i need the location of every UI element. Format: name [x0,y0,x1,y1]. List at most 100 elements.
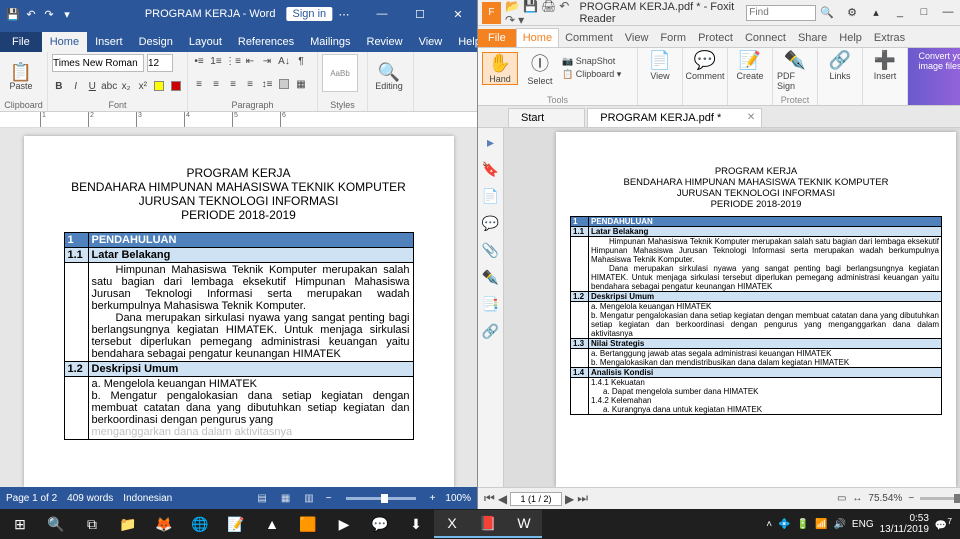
expand-icon[interactable]: ▸ [487,134,494,151]
tab-connect[interactable]: Connect [739,29,792,47]
language-indicator[interactable]: Indonesian [123,493,172,504]
task-view-icon[interactable]: ⧉ [74,510,110,538]
tab-references[interactable]: References [230,32,302,52]
read-mode-icon[interactable]: ▤ [257,493,266,504]
maximize-icon[interactable]: ☐ [401,0,439,28]
page-indicator[interactable]: Page 1 of 2 [6,493,57,504]
show-marks-icon[interactable]: ¶ [294,54,308,68]
attachments-icon[interactable]: 📎 [482,242,499,259]
tray-lang[interactable]: ENG [852,519,874,530]
last-page-icon[interactable]: ⏭ [577,491,588,506]
tab-view[interactable]: View [411,32,451,52]
sort-icon[interactable]: A↓ [277,54,291,68]
minimize-icon[interactable]: — [936,6,960,19]
search-icon[interactable]: 🔍 [38,510,74,538]
align-left-icon[interactable]: ≡ [192,77,206,91]
taskbar-chrome[interactable]: 🌐 [182,510,218,538]
first-page-icon[interactable]: ⏮ [484,491,495,506]
taskbar-app3[interactable]: ▶ [326,510,362,538]
strike-icon[interactable]: abc [102,79,116,93]
taskbar-idm[interactable]: ⬇ [398,510,434,538]
comments-icon[interactable]: 💬 [482,215,499,232]
start-button[interactable]: ⊞ [2,510,38,538]
undo-icon[interactable]: ↶ [24,7,38,21]
doc-tab-current[interactable]: PROGRAM KERJA.pdf * ✕ [587,108,762,127]
zoom-level[interactable]: 100% [445,493,471,504]
indent-icon[interactable]: ⇥ [260,54,274,68]
tab-home[interactable]: Home [42,32,87,52]
zoom-out-icon[interactable]: − [326,493,332,504]
layers-icon[interactable]: 📑 [482,296,499,313]
bullets-icon[interactable]: •≡ [192,54,206,68]
italic-icon[interactable]: I [69,79,83,93]
paste-button[interactable]: 📋 Paste [4,54,38,100]
taskbar-app1[interactable]: ▲ [254,510,290,538]
max-inner-icon[interactable]: □ [912,6,936,19]
taskbar-sublime[interactable]: 📝 [218,510,254,538]
underline-icon[interactable]: U [85,79,99,93]
select-tool[interactable]: ⒾSelect [522,50,558,86]
create-group[interactable]: 📝Create [732,50,768,81]
tab-view[interactable]: View [619,29,655,47]
zoom-slider[interactable] [920,497,960,500]
close-tab-icon[interactable]: ✕ [747,112,755,123]
word-count[interactable]: 409 words [67,493,113,504]
find-input[interactable] [746,5,816,21]
borders-icon[interactable]: ▦ [294,77,308,91]
tab-help[interactable]: Help [833,29,868,47]
zoom-in-icon[interactable]: + [430,493,436,504]
share-icon[interactable]: 🔗 [482,323,499,340]
tab-insert[interactable]: Insert [87,32,131,52]
subscript-icon[interactable]: x₂ [119,79,133,93]
settings-icon[interactable]: ⚙ [840,6,864,19]
redo-icon[interactable]: ↷ [42,7,56,21]
qat-more-icon[interactable]: ▾ [518,13,524,27]
prev-page-icon[interactable]: ◀ [498,492,507,506]
open-icon[interactable]: 📂 [505,0,520,13]
highlight-icon[interactable] [153,79,167,93]
tray-volume-icon[interactable]: 🔊 [833,519,845,530]
editing-menu[interactable]: 🔍 Editing [372,54,406,100]
snapshot-tool[interactable]: 📷 SnapShot [562,56,621,67]
fit-page-icon[interactable]: ▭ [837,493,846,504]
comment-group[interactable]: 💬Comment [687,50,723,81]
taskbar-foxit[interactable]: 📕 [470,510,506,538]
tab-comment[interactable]: Comment [559,29,619,47]
zoom-out-icon[interactable]: − [908,493,914,504]
min-inner-icon[interactable]: _ [888,6,912,19]
next-page-icon[interactable]: ▶ [565,492,574,506]
fit-width-icon[interactable]: ↔ [852,493,862,504]
font-color-icon[interactable] [169,79,183,93]
justify-icon[interactable]: ≡ [243,77,257,91]
foxit-page-area[interactable]: PROGRAM KERJA BENDAHARA HIMPUNAN MAHASIS… [504,128,960,487]
word-ruler[interactable]: 1 2 3 4 5 6 [0,112,477,128]
clipboard-tool[interactable]: 📋 Clipboard ▾ [562,69,621,80]
save-icon[interactable]: 💾 [523,0,538,13]
tab-layout[interactable]: Layout [181,32,230,52]
tab-review[interactable]: Review [359,32,411,52]
doc-tab-start[interactable]: Start [508,108,585,127]
styles-gallery[interactable]: AaBb [322,54,358,92]
tray-clock[interactable]: 0:53 13/11/2019 [880,513,929,535]
tab-mailings[interactable]: Mailings [302,32,358,52]
print-icon[interactable]: 🖨 [541,0,556,13]
numbering-icon[interactable]: 1≡ [209,54,223,68]
hand-tool[interactable]: ✋Hand [482,52,518,85]
align-center-icon[interactable]: ≡ [209,77,223,91]
tab-design[interactable]: Design [131,32,181,52]
qat-more-icon[interactable]: ▾ [60,7,74,21]
bold-icon[interactable]: B [52,79,66,93]
tray-chevron-icon[interactable]: ˄ [766,519,772,530]
font-size-select[interactable] [147,54,173,72]
align-right-icon[interactable]: ≡ [226,77,240,91]
zoom-level[interactable]: 75.54% [868,493,902,504]
zoom-slider[interactable] [346,497,416,500]
redo-icon[interactable]: ↷ [505,13,515,27]
save-icon[interactable]: 💾 [6,7,20,21]
tab-protect[interactable]: Protect [692,29,739,47]
convert-ad[interactable]: Convert yourimage files to PDFs [908,48,960,105]
taskbar-excel[interactable]: X [434,510,470,538]
insert-group[interactable]: ➕Insert [867,50,903,81]
web-layout-icon[interactable]: ▥ [304,493,313,504]
signin-button[interactable]: Sign in [287,7,333,21]
